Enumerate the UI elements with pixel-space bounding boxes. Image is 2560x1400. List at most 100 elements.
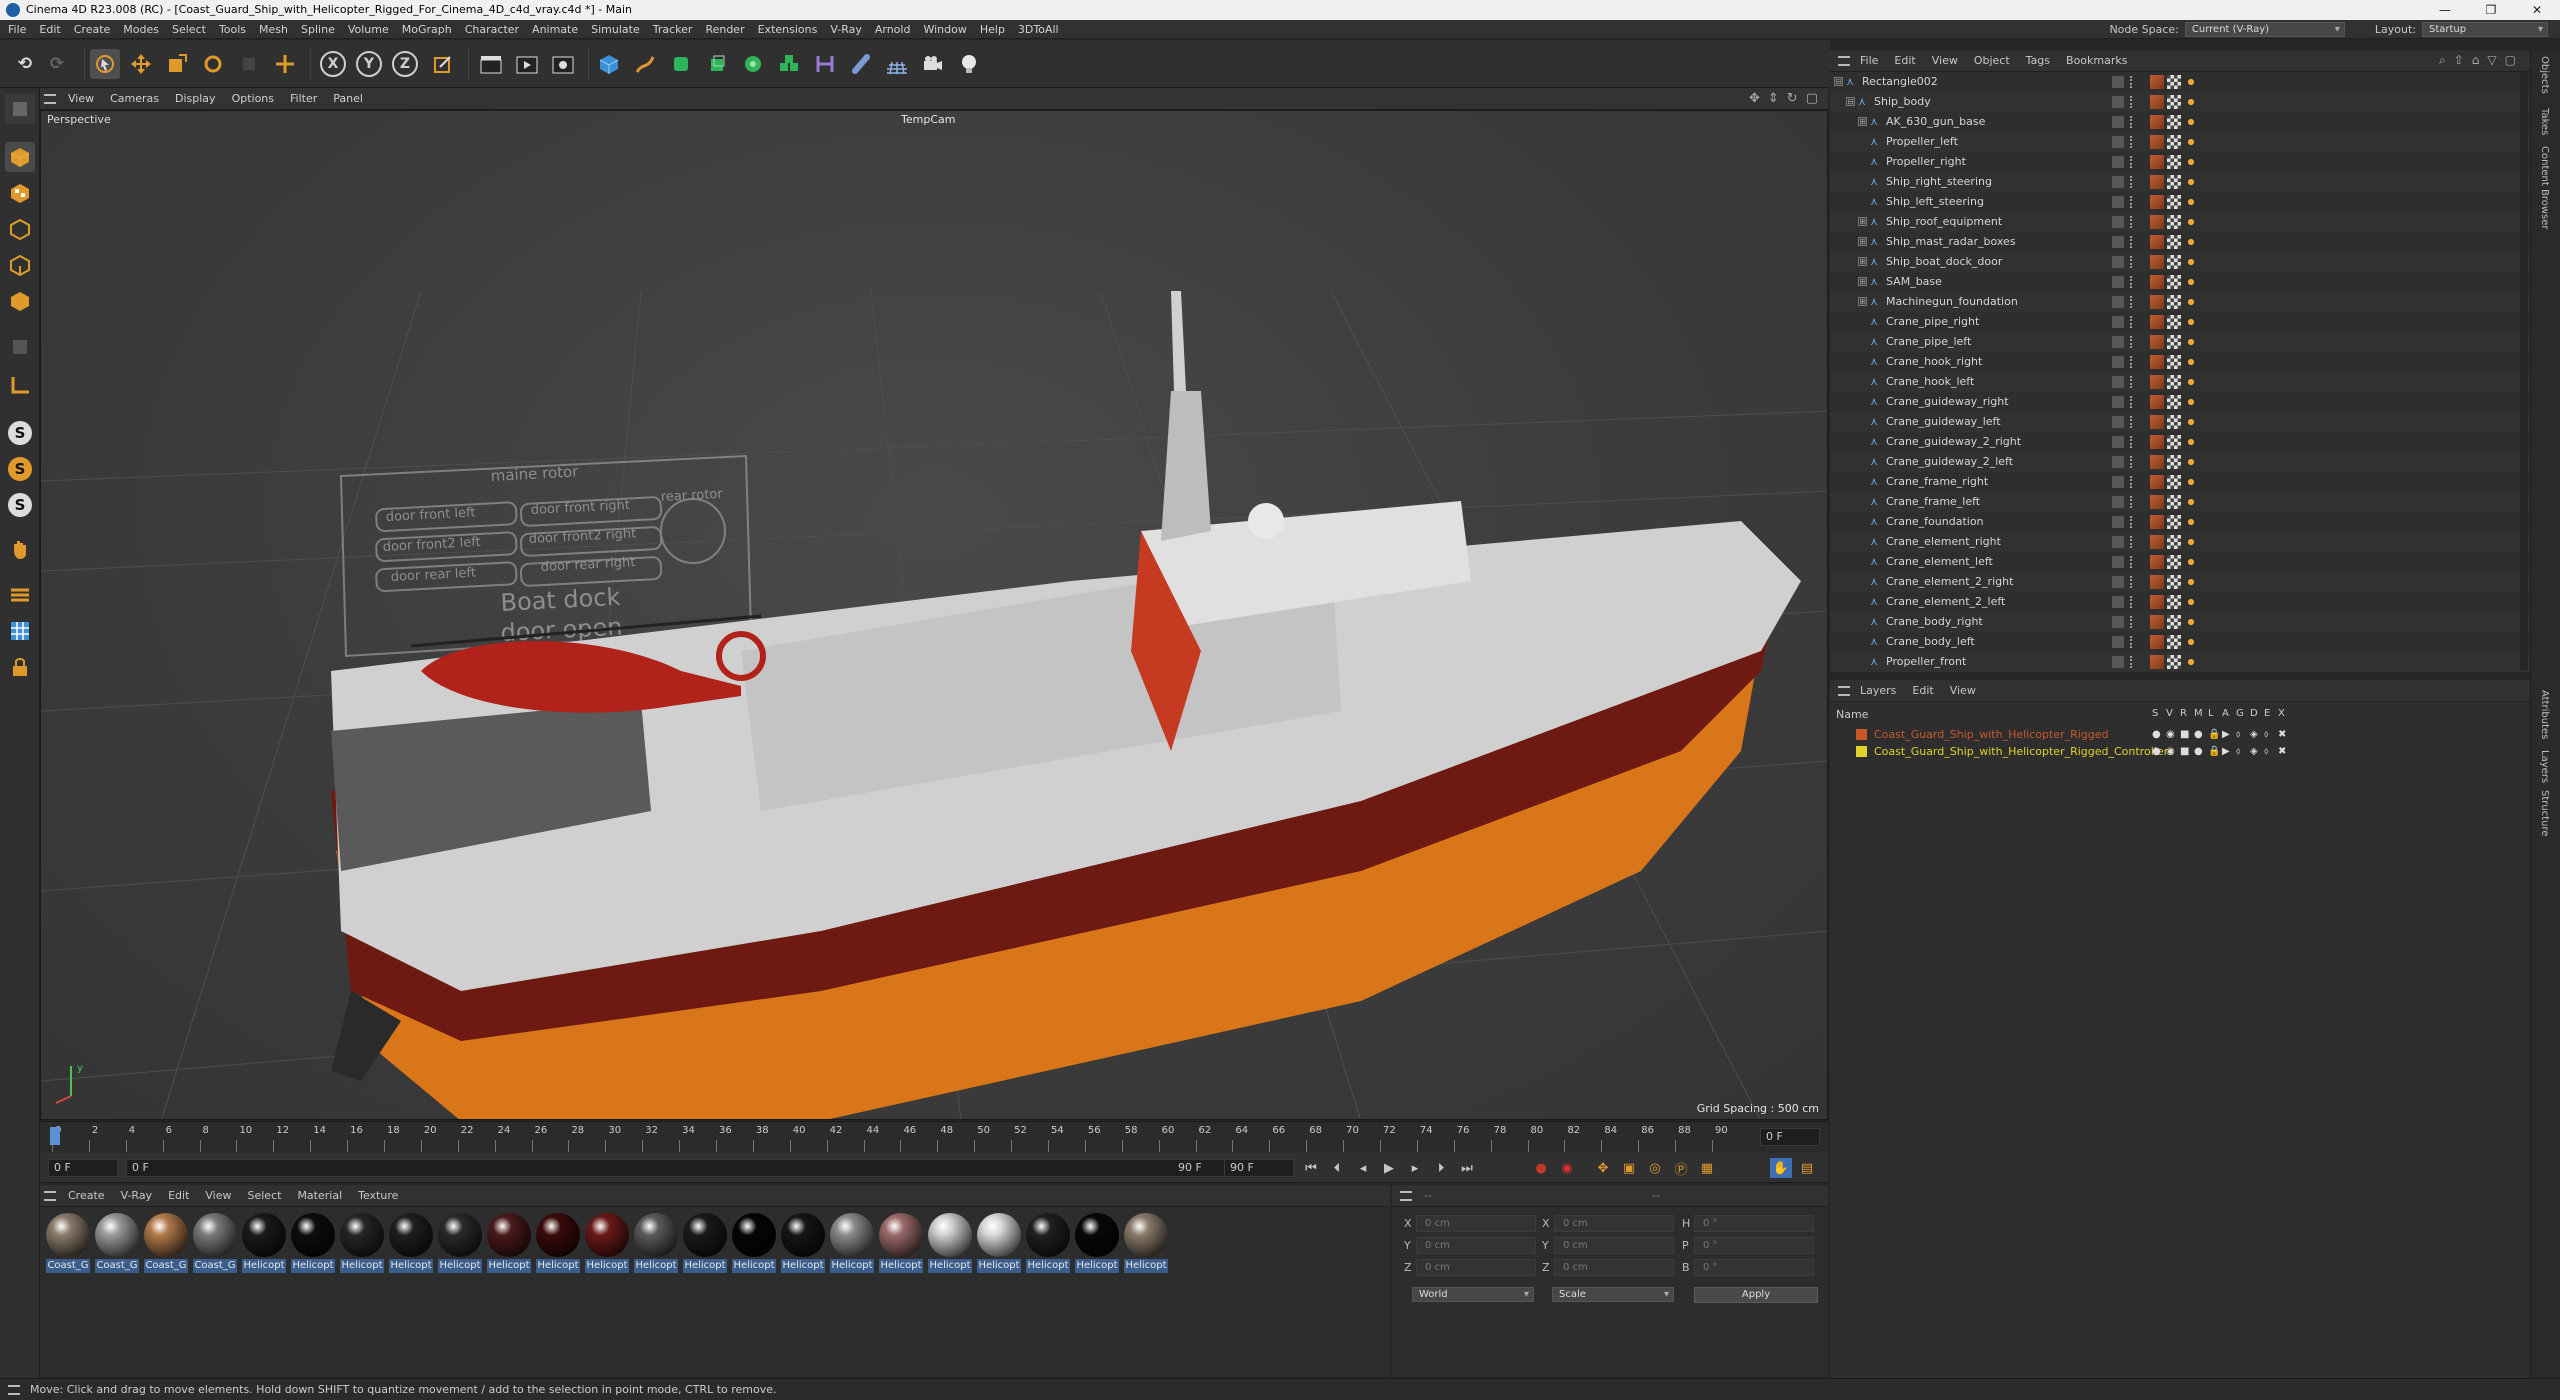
layer-color-icon[interactable] — [2112, 396, 2124, 408]
playhead[interactable] — [50, 1127, 60, 1145]
camera-button[interactable] — [918, 49, 948, 79]
object-row[interactable]: ⋏ Crane_element_left — [1830, 552, 2530, 572]
visibility-dots-icon[interactable] — [2130, 576, 2134, 588]
up-icon[interactable]: ⇧ — [2454, 53, 2464, 68]
checker-tag-icon[interactable] — [2167, 155, 2181, 169]
texture-tag-icon[interactable] — [2150, 215, 2164, 229]
previous-frame-button[interactable]: ◂ — [1352, 1158, 1374, 1178]
move-tool[interactable] — [126, 49, 156, 79]
key-rotation-button[interactable]: ◎ — [1644, 1158, 1666, 1178]
texture-tag-icon[interactable] — [2150, 535, 2164, 549]
visibility-dots-icon[interactable] — [2130, 656, 2134, 668]
rotate-view-icon[interactable]: ↻ — [1787, 91, 1798, 106]
workplane-button[interactable] — [5, 370, 35, 400]
edges-mode-button[interactable] — [5, 250, 35, 280]
object-name[interactable]: Crane_guideway_2_right — [1886, 432, 2021, 452]
close-button[interactable]: ✕ — [2514, 0, 2560, 20]
layer-color-icon[interactable] — [2112, 556, 2124, 568]
minimize-button[interactable]: — — [2422, 0, 2468, 20]
field-button[interactable] — [846, 49, 876, 79]
material-tag-icon[interactable] — [2184, 215, 2198, 229]
visibility-dots-icon[interactable] — [2130, 356, 2134, 368]
material-tag-icon[interactable] — [2184, 555, 2198, 569]
object-row[interactable]: ⋏ Propeller_left — [1830, 132, 2530, 152]
layer-color-icon[interactable] — [2112, 536, 2124, 548]
visibility-dots-icon[interactable] — [2130, 136, 2134, 148]
move-view-icon[interactable]: ✥ — [1749, 91, 1760, 106]
object-name[interactable]: Crane_frame_right — [1886, 472, 1988, 492]
material-tag-icon[interactable] — [2184, 135, 2198, 149]
material-swatch[interactable]: Helicopt — [781, 1213, 825, 1273]
node-space-dropdown[interactable]: Current (V-Ray) — [2184, 22, 2345, 37]
object-row[interactable]: ⋏ Propeller_front — [1830, 652, 2530, 672]
expand-toggle-icon[interactable]: ⊟ — [1846, 97, 1855, 106]
material-tag-icon[interactable] — [2184, 255, 2198, 269]
layer-flag-icon[interactable]: ⬨ — [2264, 726, 2269, 743]
quantize-button[interactable] — [5, 580, 35, 610]
object-menu-file[interactable]: File — [1860, 54, 1878, 67]
object-row[interactable]: ⋏ Crane_body_left — [1830, 632, 2530, 652]
search-icon[interactable]: ⌕ — [2439, 53, 2446, 68]
object-menu-view[interactable]: View — [1932, 54, 1958, 67]
visibility-dots-icon[interactable] — [2130, 396, 2134, 408]
object-name[interactable]: Crane_foundation — [1886, 512, 1984, 532]
texture-tag-icon[interactable] — [2150, 655, 2164, 669]
checker-tag-icon[interactable] — [2167, 215, 2181, 229]
object-row[interactable]: ⋏ Crane_guideway_2_left — [1830, 452, 2530, 472]
material-tag-icon[interactable] — [2184, 395, 2198, 409]
polygons-mode-button[interactable] — [5, 286, 35, 316]
layer-flag-icon[interactable]: ● — [2152, 726, 2161, 743]
material-swatch[interactable]: Coast_G — [46, 1213, 90, 1273]
texture-tag-icon[interactable] — [2150, 175, 2164, 189]
timeline-ruler[interactable]: 0246810121416182022242628303234363840424… — [40, 1121, 1828, 1153]
preview-range-slider[interactable]: 0 F — [126, 1159, 1236, 1177]
record-keys-button[interactable]: ● — [1530, 1158, 1552, 1178]
object-name[interactable]: Crane_element_2_left — [1886, 592, 2005, 612]
object-row[interactable]: ⊟ ⋏ Rectangle002 — [1830, 72, 2530, 92]
menu-v-ray[interactable]: V-Ray — [830, 23, 862, 36]
new-window-icon[interactable]: ▢ — [2505, 53, 2516, 68]
material-swatch[interactable]: Coast_G — [95, 1213, 139, 1273]
layer-menu-edit[interactable]: Edit — [1912, 684, 1933, 697]
key-parameter-button[interactable]: Ⓟ — [1670, 1158, 1692, 1178]
texture-tag-icon[interactable] — [2150, 295, 2164, 309]
material-swatch[interactable]: Helicopt — [536, 1213, 580, 1273]
texture-tag-icon[interactable] — [2150, 315, 2164, 329]
checker-tag-icon[interactable] — [2167, 75, 2181, 89]
y-axis-lock[interactable]: Y — [356, 51, 382, 77]
layer-name[interactable]: Coast_Guard_Ship_with_Helicopter_Rigged_… — [1874, 743, 2174, 760]
recent-tool[interactable] — [234, 49, 264, 79]
start-frame-field[interactable]: 0 F — [48, 1159, 118, 1177]
material-tag-icon[interactable] — [2184, 615, 2198, 629]
layer-color-icon[interactable] — [2112, 476, 2124, 488]
layer-flag-icon[interactable]: ◉ — [2166, 743, 2175, 760]
checker-tag-icon[interactable] — [2167, 435, 2181, 449]
material-tag-icon[interactable] — [2184, 95, 2198, 109]
object-row[interactable]: ⋏ Ship_left_steering — [1830, 192, 2530, 212]
x-axis-lock[interactable]: X — [320, 51, 346, 77]
material-menu-select[interactable]: Select — [248, 1189, 282, 1202]
coordinate-system-toggle[interactable] — [428, 49, 458, 79]
object-row[interactable]: ⋏ Crane_pipe_right — [1830, 312, 2530, 332]
z-axis-lock[interactable]: Z — [392, 51, 418, 77]
texture-tag-icon[interactable] — [2150, 515, 2164, 529]
texture-tag-icon[interactable] — [2150, 255, 2164, 269]
menu-select[interactable]: Select — [172, 23, 206, 36]
object-name[interactable]: Machinegun_foundation — [1886, 292, 2018, 312]
layer-flag-icon[interactable]: ● — [2194, 726, 2203, 743]
object-name[interactable]: Ship_roof_equipment — [1886, 212, 2002, 232]
menu-render[interactable]: Render — [705, 23, 744, 36]
visibility-dots-icon[interactable] — [2130, 416, 2134, 428]
object-name[interactable]: Ship_right_steering — [1886, 172, 1992, 192]
texture-tag-icon[interactable] — [2150, 415, 2164, 429]
object-name[interactable]: Crane_pipe_right — [1886, 312, 1979, 332]
object-row[interactable]: ⋏ Crane_body_right — [1830, 612, 2530, 632]
menu-extensions[interactable]: Extensions — [758, 23, 818, 36]
model-mode-button[interactable] — [5, 142, 35, 172]
material-menu-edit[interactable]: Edit — [168, 1189, 189, 1202]
material-menu-v-ray[interactable]: V-Ray — [121, 1189, 153, 1202]
texture-tag-icon[interactable] — [2150, 555, 2164, 569]
viewport-menu-display[interactable]: Display — [175, 92, 216, 105]
layer-flag-icon[interactable]: ✖ — [2278, 743, 2286, 760]
filter-icon[interactable]: ▽ — [2487, 53, 2496, 68]
